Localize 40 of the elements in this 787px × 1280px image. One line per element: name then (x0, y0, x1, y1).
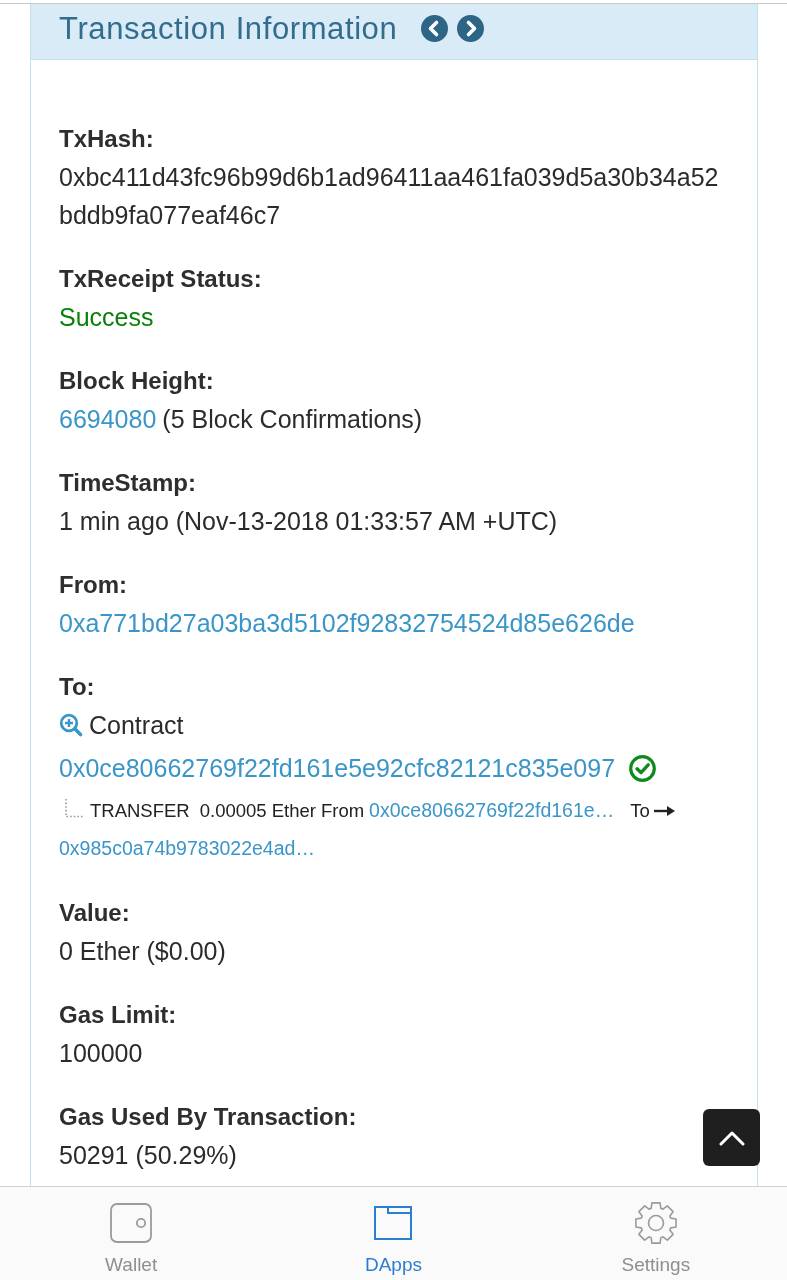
field-value: 0xbc411d43fc96b99d6b1ad96411aa461fa039d5a30b34a52bddb9fa077eaf46c7 (59, 162, 720, 231)
arrow-right-icon (653, 805, 675, 817)
address-link[interactable]: 0xa771bd27a03ba3d5102f92832754524d85e626de (59, 609, 635, 637)
panel-title: Transaction Information (59, 9, 398, 48)
confirmations-text: (5 Block Confirmations) (162, 405, 423, 433)
chevron-right-circle-icon[interactable] (457, 15, 485, 42)
zoom-in-icon[interactable] (59, 713, 83, 737)
field-label: TxHash: (59, 124, 155, 154)
wallet-icon (110, 1203, 153, 1243)
to-label: To (630, 800, 650, 821)
field-label: To: (59, 672, 96, 702)
tab-item[interactable]: Settings (524, 1187, 787, 1280)
block-link[interactable]: 6694080 (59, 405, 157, 433)
field-label: TimeStamp: (59, 468, 197, 498)
chevron-left-circle-icon[interactable] (421, 15, 449, 42)
tab-item[interactable]: Wallet (0, 1187, 263, 1280)
contract-address-link[interactable]: 0x0ce80662769f22fd161e5e92cfc82121c835e097 (59, 753, 616, 783)
from-label: From (320, 800, 365, 821)
field-label: From: (59, 570, 128, 600)
field-value: 100000 (59, 1038, 144, 1069)
field-value: 1 min ago (Nov-13-2018 01:33:57 AM +UTC) (59, 506, 559, 537)
field-label: TxReceipt Status: (59, 264, 263, 294)
to-address-link[interactable]: 0x985c0a74b9783022e4ad… (59, 830, 315, 866)
field-value: 0 Ether ($0.00) (59, 936, 227, 967)
transfer-type: TRANSFER (90, 800, 190, 821)
field-label: Gas Limit: (59, 1000, 178, 1030)
status-text: Success (59, 302, 155, 333)
field-label: Gas Used By Transaction: (59, 1102, 358, 1132)
window-icon (374, 1206, 413, 1240)
field-label: Block Height: (59, 366, 215, 396)
tab-item[interactable]: DApps (262, 1187, 525, 1280)
scroll-top-button[interactable] (703, 1109, 760, 1166)
transfer-amount: 0.00005 Ether (199, 800, 316, 821)
field-label: Value: (59, 898, 131, 928)
field-value: 50291 (50.29%) (59, 1140, 238, 1171)
from-address-link[interactable]: 0x0ce80662769f22fd161e… (369, 792, 615, 828)
tree-connector-icon (64, 798, 84, 818)
chevron-up-icon (718, 1129, 745, 1146)
contract-label: Contract (89, 710, 184, 740)
settings-icon (633, 1201, 678, 1245)
